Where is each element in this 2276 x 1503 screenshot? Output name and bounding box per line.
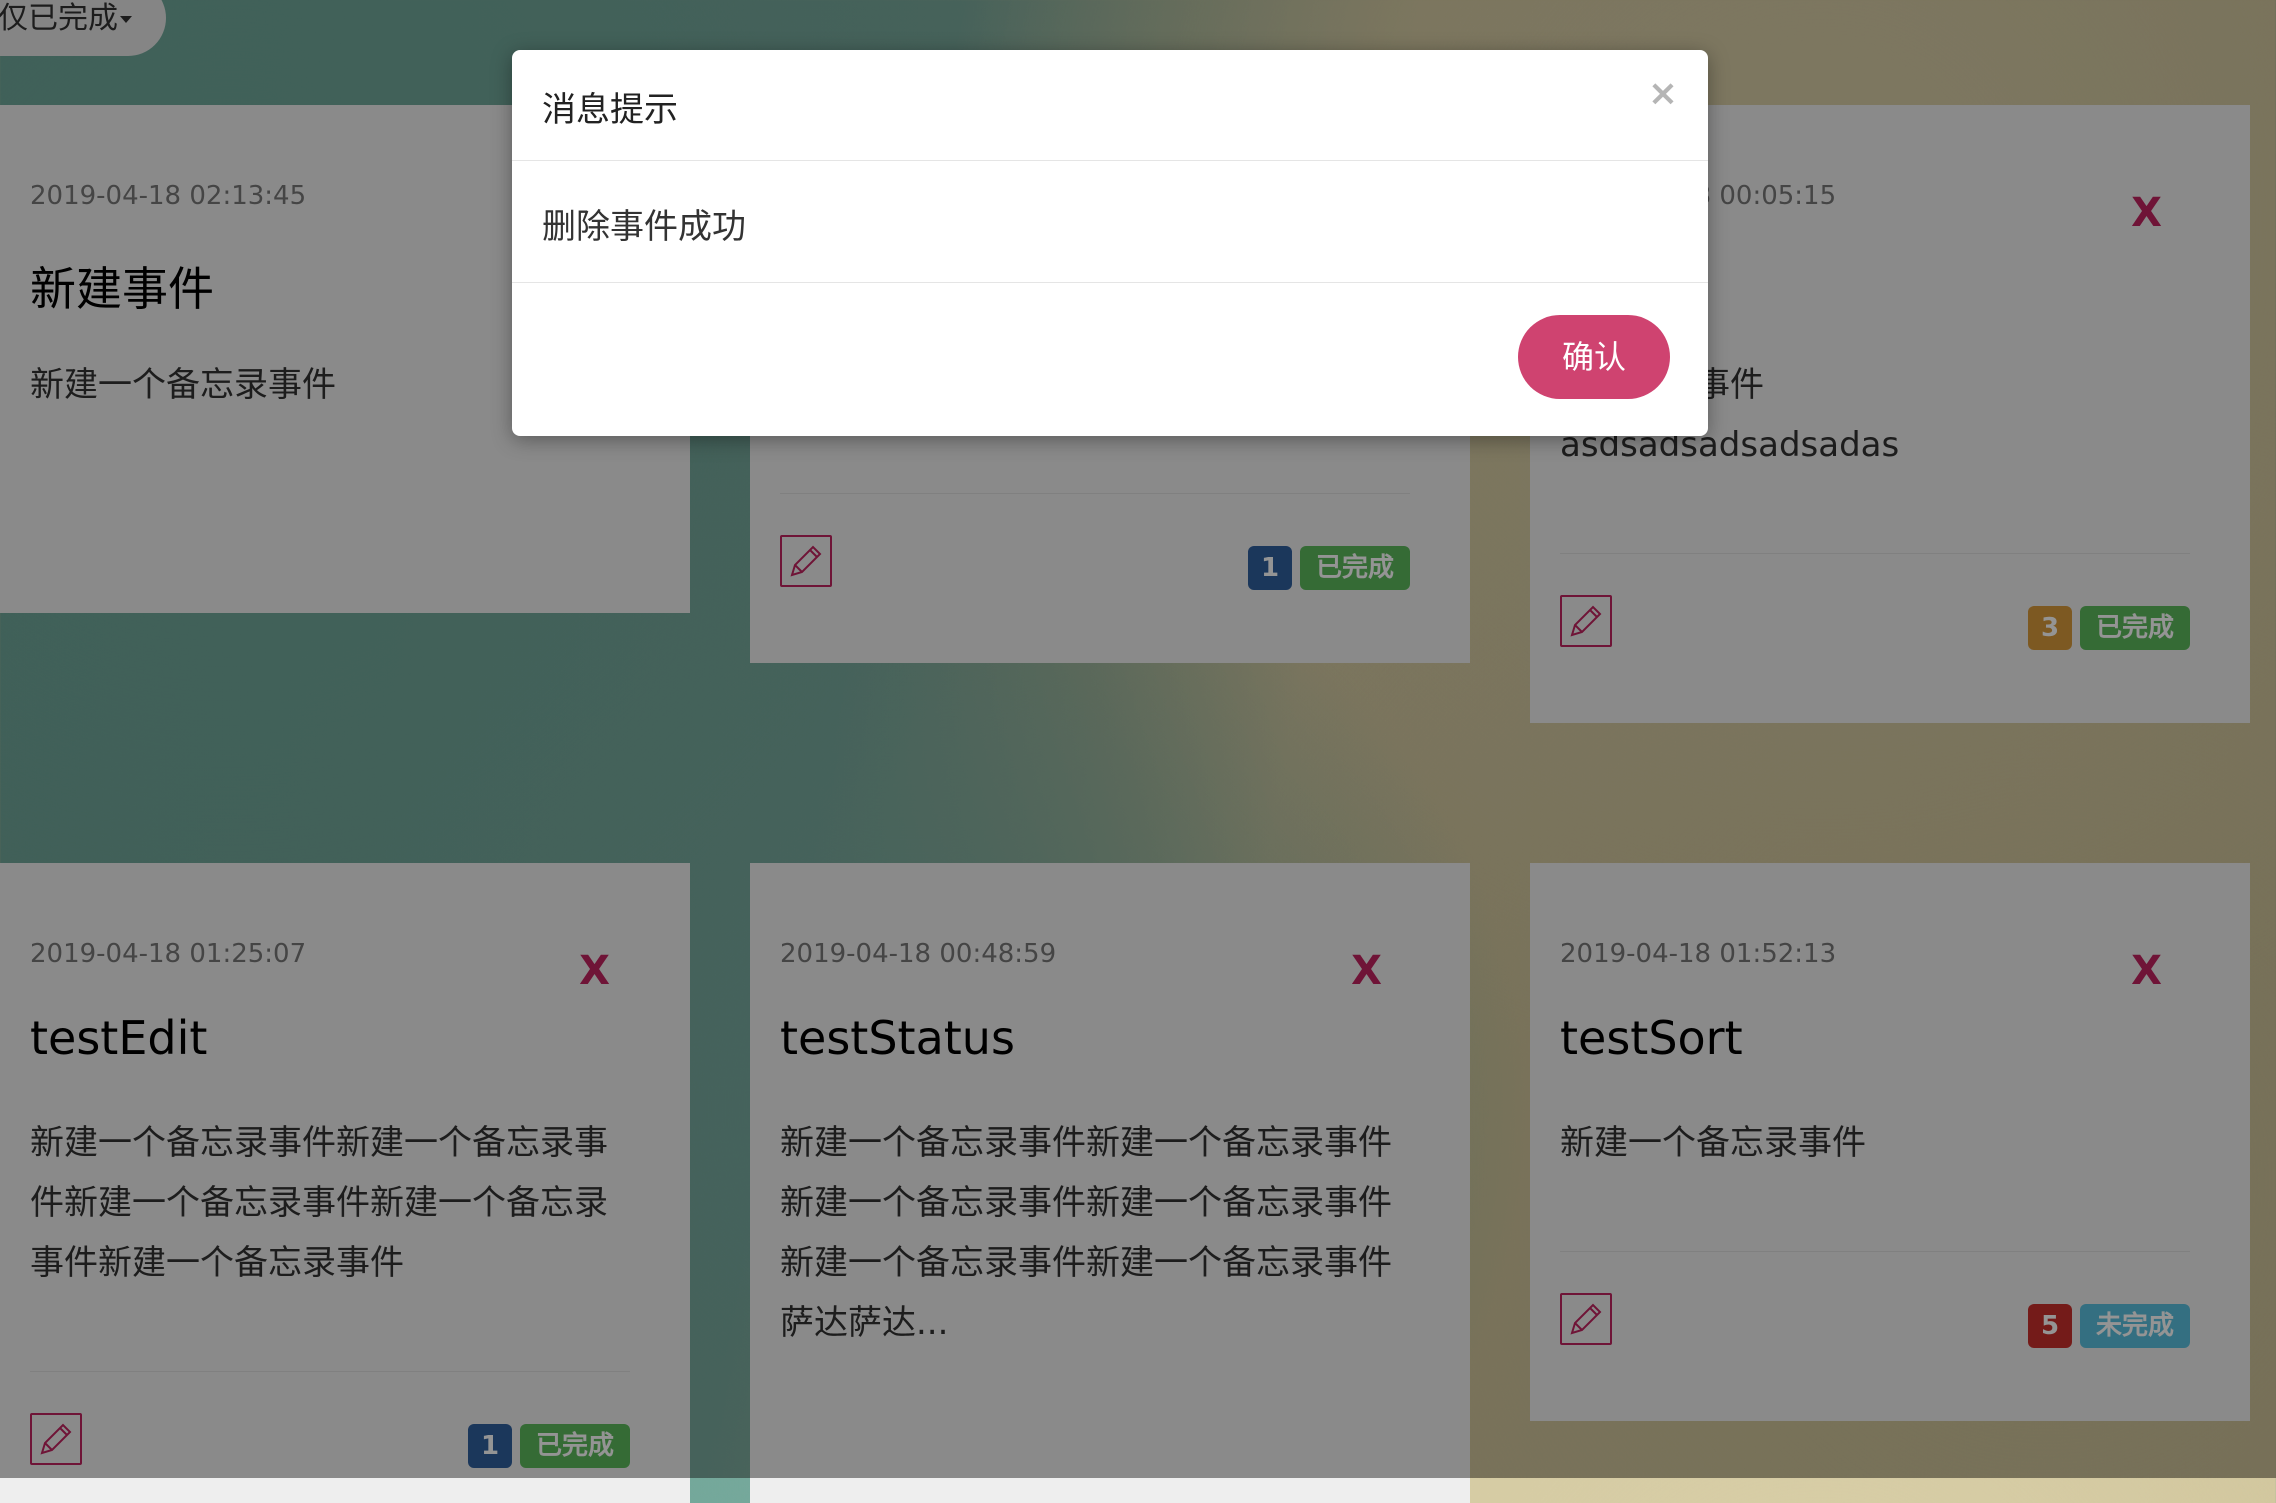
message-dialog: 消息提示 × 删除事件成功 确认	[512, 50, 1708, 436]
dialog-header: 消息提示 ×	[512, 50, 1708, 161]
close-icon[interactable]: ×	[1648, 76, 1678, 112]
dialog-footer: 确认	[512, 283, 1708, 436]
dialog-message: 删除事件成功	[542, 207, 746, 247]
dialog-title: 消息提示	[542, 90, 678, 130]
dialog-body: 删除事件成功	[512, 161, 1708, 283]
confirm-button[interactable]: 确认	[1518, 315, 1670, 399]
